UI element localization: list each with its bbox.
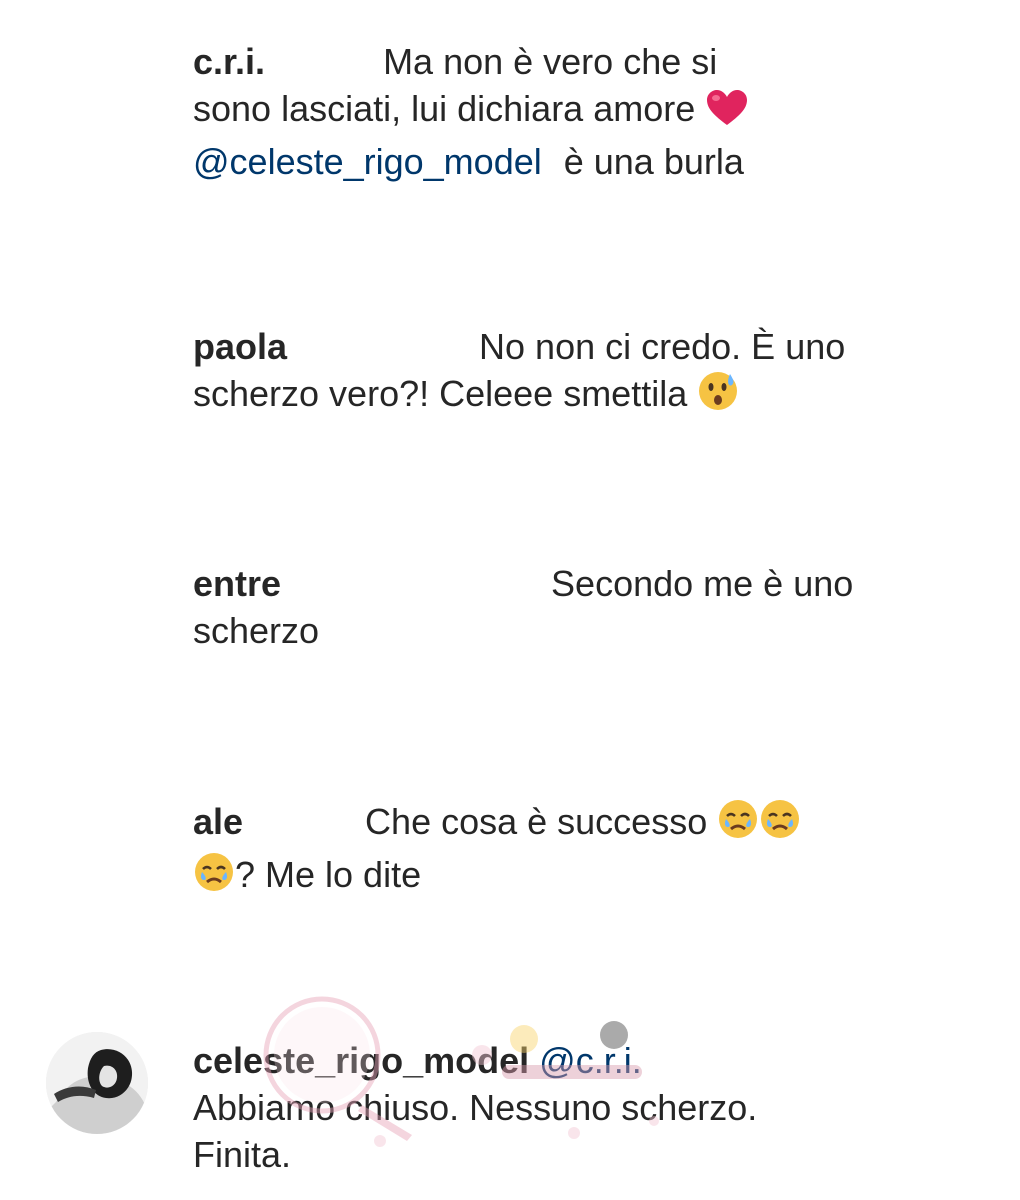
- reply-username[interactable]: celeste_rigo_model: [193, 1040, 529, 1081]
- mention-link[interactable]: @c.r.i.: [539, 1040, 642, 1081]
- comment-text-line2: scherzo: [193, 610, 320, 651]
- comment-text-line1: Che cosa è successo: [365, 801, 708, 842]
- comment-paola: paola No non ci credo. È uno scherzo vero…: [193, 323, 893, 423]
- comment-text-line2: sono lasciati, lui dichiara amore: [193, 88, 696, 129]
- comment-text-line2: scherzo vero?! Celeee smettila: [193, 373, 688, 414]
- comment-text-line1: Secondo me è uno: [551, 563, 854, 604]
- comment-username[interactable]: paola: [193, 326, 287, 367]
- reply-text-line2: Finita.: [193, 1134, 292, 1175]
- comment-cri: c.r.i. Ma non è vero che si sono lasciati…: [193, 38, 893, 185]
- crying-face-icon: [717, 798, 759, 851]
- mention-link[interactable]: @celeste_rigo_model: [193, 141, 542, 182]
- comment-text-line1: Ma non è vero che si: [383, 41, 718, 82]
- crying-face-icon: [759, 798, 801, 851]
- reply-text-line1: Abbiamo chiuso. Nessuno scherzo.: [193, 1087, 758, 1128]
- red-heart-icon: [705, 89, 749, 138]
- avatar[interactable]: [46, 1032, 148, 1134]
- anxious-face-with-sweat-icon: [697, 370, 739, 423]
- comment-ale: ale Che cosa è successo ? Me lo dite: [193, 798, 893, 904]
- comment-username[interactable]: ale: [193, 801, 243, 842]
- crying-face-icon: [193, 851, 235, 904]
- reply-celeste: celeste_rigo_model @c.r.i. Abbiamo chius…: [193, 1037, 913, 1178]
- comment-text-line2: ? Me lo dite: [235, 854, 422, 895]
- comment-text-line1: No non ci credo. È uno: [479, 326, 846, 367]
- comment-username[interactable]: c.r.i.: [193, 41, 265, 82]
- comment-text-line3: è una burla: [563, 141, 744, 182]
- comment-entre: entre Secondo me è uno scherzo: [193, 560, 893, 654]
- comment-username[interactable]: entre: [193, 563, 281, 604]
